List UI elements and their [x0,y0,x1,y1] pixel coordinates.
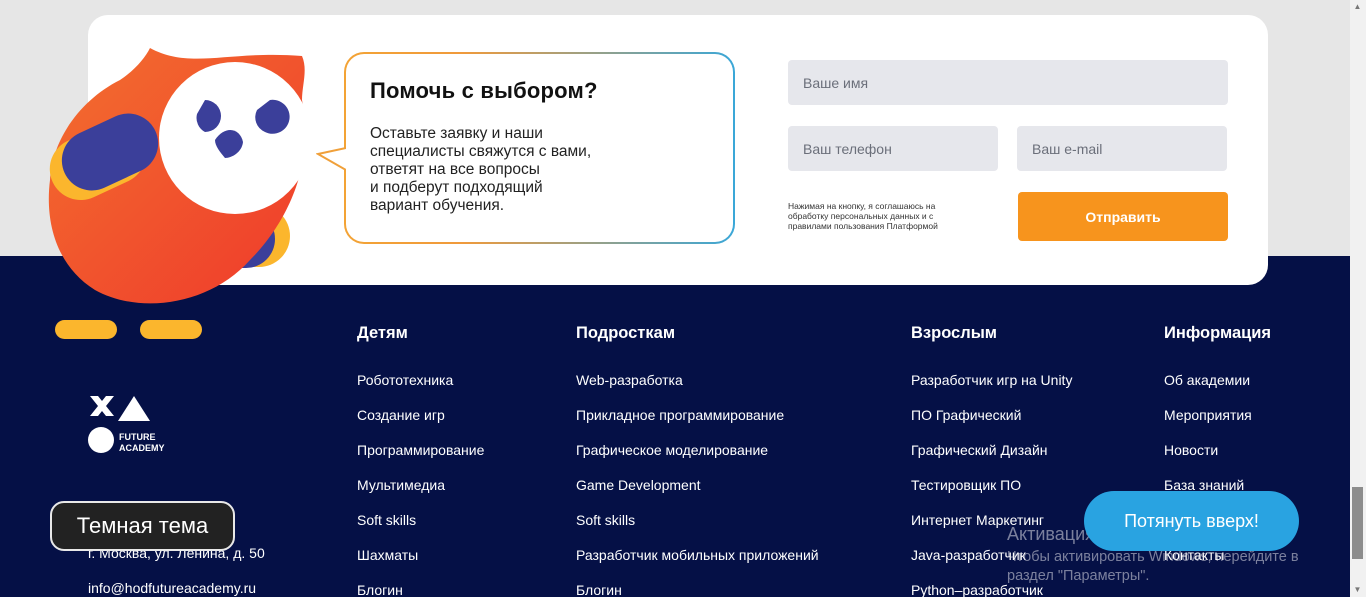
footer-link[interactable]: Шахматы [357,547,418,563]
footer-link[interactable]: ПО Графический [911,407,1021,423]
footer-link[interactable]: Робототехника [357,372,453,388]
svg-text:ACADEMY: ACADEMY [119,443,165,453]
footer-link[interactable]: Создание игр [357,407,445,423]
email-input[interactable] [1017,126,1227,171]
footer-email-link[interactable]: info@hodfutureacademy.ru [88,580,256,596]
footer-link[interactable]: Тестировщик ПО [911,477,1021,493]
footer-link[interactable]: Game Development [576,477,701,493]
footer-link[interactable]: Прикладное программирование [576,407,784,423]
help-form-description: Оставьте заявку и наши специалисты свяжу… [370,125,592,214]
footer-link[interactable]: Программирование [357,442,484,458]
help-form-title: Помочь с выбором? [370,78,598,103]
footer-link[interactable]: Разработчик игр на Unity [911,372,1072,388]
scrollbar-thumb[interactable] [1352,487,1363,559]
future-academy-logo[interactable]: FUTURE ACADEMY [88,394,178,456]
name-input[interactable] [788,60,1228,105]
consent-text: Нажимая на кнопку, я соглашаюсь на обраб… [788,201,938,231]
footer-link[interactable]: Разработчик мобильных приложений [576,547,819,563]
footer-link[interactable]: Soft skills [576,512,635,528]
svg-text:FUTURE: FUTURE [119,432,156,442]
owl-mascot [48,48,311,339]
footer-column-title-teens: Подросткам [576,324,676,342]
windows-activation-text: Чтобы активировать Windows, перейдите в … [1007,549,1299,584]
footer-link[interactable]: Новости [1164,442,1218,458]
scroll-down-arrow-icon[interactable]: ▼ [1352,585,1363,595]
footer-column-title-kids: Детям [357,324,408,342]
footer-link[interactable]: Web-разработка [576,372,683,388]
footer-link[interactable]: Мультимедиа [357,477,445,493]
scroll-up-arrow-icon[interactable]: ▲ [1352,2,1363,12]
footer-link[interactable]: Графический Дизайн [911,442,1048,458]
speech-bubble-tail [316,147,346,171]
scroll-up-button[interactable]: Потянуть вверх! [1084,491,1299,551]
footer-link[interactable]: Блогин [576,582,622,597]
phone-input[interactable] [788,126,998,171]
footer-link[interactable]: Soft skills [357,512,416,528]
footer-column-title-adults: Взрослым [911,324,998,342]
footer-column-title-info: Информация [1164,324,1272,342]
footer-link[interactable]: Графическое моделирование [576,442,768,458]
footer-link[interactable]: Об академии [1164,372,1250,388]
dark-theme-button[interactable]: Темная тема [50,501,235,551]
footer-link[interactable]: Мероприятия [1164,407,1252,423]
footer-link[interactable]: Блогин [357,582,403,597]
submit-button[interactable]: Отправить [1018,192,1228,241]
